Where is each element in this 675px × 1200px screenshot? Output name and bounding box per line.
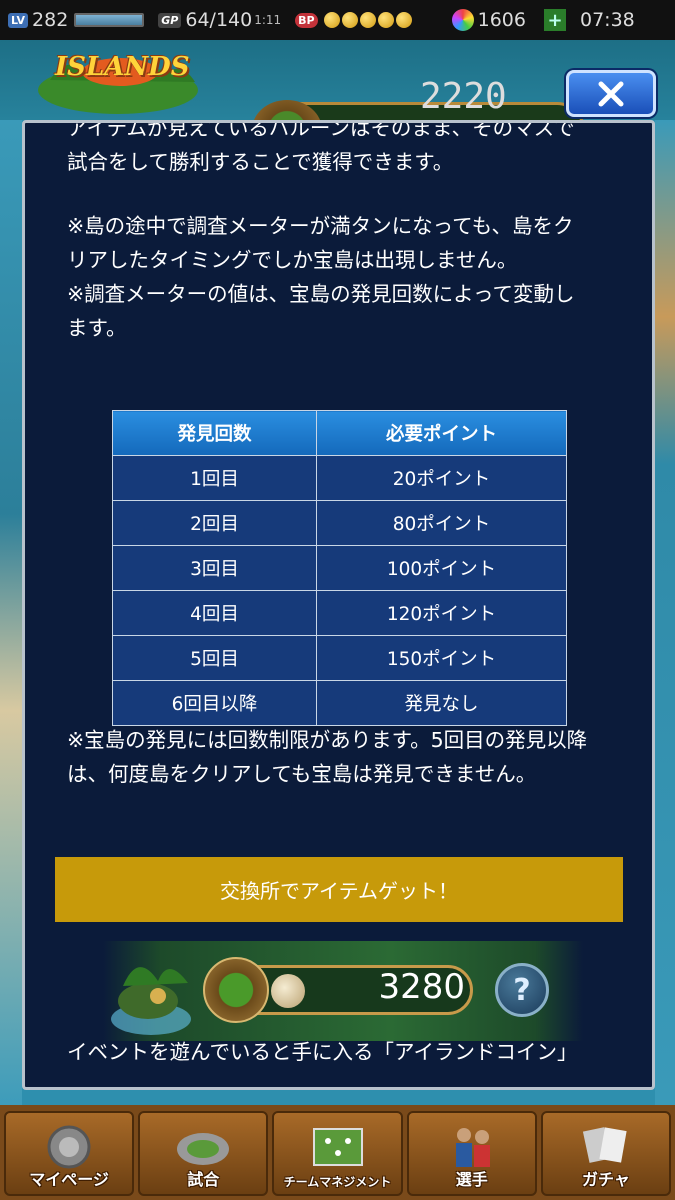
background-right <box>655 120 675 1105</box>
clock: 07:38 <box>579 9 635 31</box>
field-icon <box>312 1128 363 1166</box>
baseball-icon <box>271 974 305 1008</box>
table-row: 4回目 120ポイント <box>112 590 567 636</box>
bp-dot-icon <box>323 12 340 28</box>
nav-label: 試合 <box>187 1170 220 1189</box>
table-row: 2回目 80ポイント <box>112 500 567 546</box>
island-icon <box>111 967 191 1035</box>
info-modal: アイテムが見えているバルーンはそのまま、そのマスで 試合をして勝利することで獲得… <box>22 120 655 1090</box>
level-value: 282 <box>32 9 69 31</box>
table-cell: 6回目以降 <box>112 680 317 726</box>
table-cell: 4回目 <box>112 590 317 636</box>
nav-tab-gacha[interactable]: ガチャ <box>540 1111 672 1196</box>
nav-label: ガチャ <box>581 1170 630 1189</box>
gem-count: 1606 <box>477 9 526 31</box>
discovery-table: 発見回数 必要ポイント 1回目 20ポイント 2回目 80ポイント 3回目 10… <box>112 410 567 726</box>
bottom-nav: マイページ 試合 チームマネジメント 選手 ガチャ <box>0 1105 675 1200</box>
gem-icon <box>451 9 474 31</box>
table-cell: 100ポイント <box>316 545 567 591</box>
basket-icon <box>203 957 269 1023</box>
bp-badge: BP <box>295 12 318 28</box>
island-coin-value: 3280 <box>378 967 465 1007</box>
table-row: 1回目 20ポイント <box>112 455 567 501</box>
bp-dot-icon <box>341 12 358 28</box>
nav-tab-match[interactable]: 試合 <box>138 1111 269 1196</box>
bp-dot-icon <box>359 12 376 28</box>
status-bar: LV 282 GP 64/140 1:11 BP 1606 + 07:38 <box>0 0 675 40</box>
bp-dots <box>323 12 412 28</box>
table-header-cell: 発見回数 <box>112 410 317 456</box>
gp-value: 64/140 <box>185 9 253 31</box>
modal-paragraph-notes: ※島の途中で調査メーターが満タンになっても、島をク リアしたタイミングでしか宝島… <box>67 214 575 340</box>
bp-dot-icon <box>377 12 394 28</box>
nav-label: チームマネジメント <box>283 1175 392 1189</box>
table-cell: 3回目 <box>112 545 317 591</box>
table-row: 5回目 150ポイント <box>112 635 567 681</box>
level-gauge <box>74 13 145 27</box>
help-button[interactable]: ? <box>495 963 549 1017</box>
exchange-button[interactable]: 交換所でアイテムゲット！ <box>55 857 623 922</box>
table-cell: 1回目 <box>112 455 317 501</box>
island-coin-banner: 3280 ? <box>103 941 583 1041</box>
background-left <box>0 120 22 1105</box>
nav-label: 選手 <box>455 1170 488 1189</box>
modal-paragraph-coin: イベントを遊んでいると手に入る「アイランドコイン」 <box>67 1040 578 1064</box>
table-row: 6回目以降 発見なし <box>112 680 567 726</box>
modal-paragraph: アイテムが見えているバルーンはそのまま、そのマスで 試合をして勝利することで獲得… <box>67 120 575 174</box>
close-button[interactable] <box>566 70 656 117</box>
stadium-icon <box>177 1133 230 1165</box>
close-icon <box>598 81 624 106</box>
table-cell: 5回目 <box>112 635 317 681</box>
modal-paragraph-limit: ※宝島の発見には回数制限があります。5回目の発見以降 は、何度島をクリアしても宝… <box>67 728 588 786</box>
nav-tab-mypage[interactable]: マイページ <box>4 1111 135 1196</box>
mypage-icon <box>47 1125 91 1169</box>
bp-dot-icon <box>395 12 412 28</box>
nav-tab-players[interactable]: 選手 <box>406 1111 537 1196</box>
table-cell: 80ポイント <box>316 500 567 546</box>
table-cell: 150ポイント <box>316 635 567 681</box>
nav-label: マイページ <box>29 1170 109 1189</box>
table-header-row: 発見回数 必要ポイント <box>112 410 567 456</box>
table-cell: 発見なし <box>316 680 567 726</box>
logo-text: ISLANDS <box>55 52 190 82</box>
table-header-cell: 必要ポイント <box>316 410 567 456</box>
table-cell: 2回目 <box>112 500 317 546</box>
table-row: 3回目 100ポイント <box>112 545 567 591</box>
header-coin-value: 2220 <box>420 76 507 117</box>
players-icon <box>455 1128 490 1167</box>
table-cell: 120ポイント <box>316 590 567 636</box>
gp-badge: GP <box>158 12 182 28</box>
plus-icon[interactable]: + <box>543 9 566 31</box>
level-badge: LV <box>8 12 29 28</box>
cards-icon <box>582 1127 627 1163</box>
gp-timer: 1:11 <box>254 13 282 27</box>
nav-tab-team-management[interactable]: チームマネジメント <box>272 1111 403 1196</box>
table-cell: 20ポイント <box>316 455 567 501</box>
